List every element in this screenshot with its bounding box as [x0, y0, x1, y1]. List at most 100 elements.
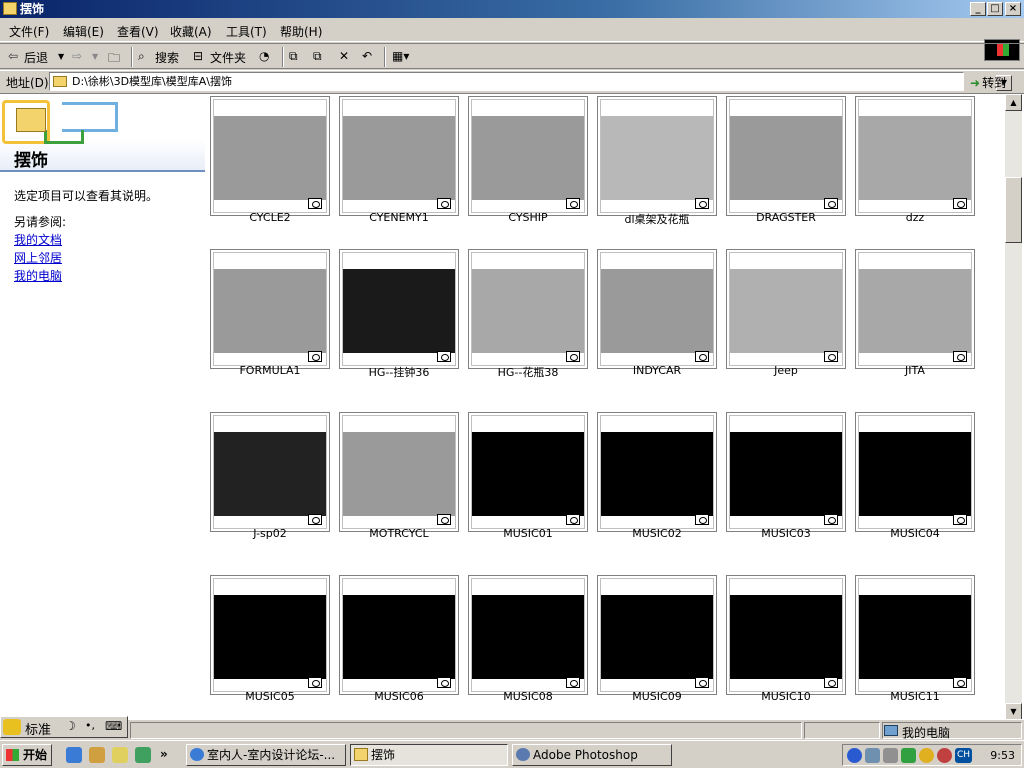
soft-keyboard-icon[interactable]: ⌨	[105, 719, 123, 735]
file-name[interactable]: MUSIC05	[206, 690, 334, 703]
network-icon[interactable]	[865, 748, 880, 763]
back-dropdown-icon[interactable]: ▼	[58, 52, 64, 61]
quicklaunch-more-icon[interactable]: »	[160, 747, 168, 761]
file-name[interactable]: dzz	[851, 211, 979, 224]
delete-icon[interactable]: ✕	[339, 49, 349, 63]
clock[interactable]: 9:53	[990, 749, 1015, 762]
file-thumbnail[interactable]	[597, 412, 717, 532]
file-thumbnail[interactable]	[726, 412, 846, 532]
file-name[interactable]: FORMULA1	[206, 364, 334, 377]
scroll-thumb[interactable]	[1005, 177, 1022, 243]
scroll-up-icon[interactable]: ▲	[1005, 94, 1022, 111]
file-thumbnail[interactable]	[726, 575, 846, 695]
volume-icon[interactable]	[883, 748, 898, 763]
file-thumbnail[interactable]	[468, 249, 588, 369]
file-thumbnail[interactable]	[468, 96, 588, 216]
task-explorer[interactable]: 摆饰	[350, 744, 508, 766]
back-button[interactable]: 后退	[24, 49, 48, 66]
punctuation-icon[interactable]: •,	[85, 719, 103, 735]
link-my-documents[interactable]: 我的文档	[14, 231, 62, 248]
file-name[interactable]: MUSIC10	[722, 690, 850, 703]
file-name[interactable]: INDYCAR	[593, 364, 721, 377]
file-name[interactable]: MUSIC09	[593, 690, 721, 703]
file-name[interactable]: HG--花瓶38	[464, 364, 592, 380]
link-network-places[interactable]: 网上邻居	[14, 249, 62, 266]
file-thumbnail[interactable]	[339, 249, 459, 369]
file-name[interactable]: MUSIC11	[851, 690, 979, 703]
scroll-down-icon[interactable]: ▼	[1005, 703, 1022, 719]
menu-file[interactable]: 文件(F)	[9, 23, 49, 40]
file-thumbnail[interactable]	[468, 412, 588, 532]
views-icon[interactable]: ▦▾	[392, 49, 409, 63]
copy-to-icon[interactable]: ⧉	[313, 49, 322, 64]
file-thumbnail[interactable]	[339, 96, 459, 216]
history-icon[interactable]: ◔	[259, 49, 269, 63]
menu-edit[interactable]: 编辑(E)	[63, 23, 104, 40]
language-indicator[interactable]: CH	[955, 748, 972, 763]
vertical-scrollbar[interactable]: ▲ ▼	[1005, 94, 1022, 719]
folders-button[interactable]: 文件夹	[210, 49, 246, 66]
address-input[interactable]: D:\徐彬\3D模型库\模型库A\摆饰 ▼	[49, 72, 1012, 91]
link-my-computer[interactable]: 我的电脑	[14, 267, 62, 284]
menu-favorites[interactable]: 收藏(A)	[170, 23, 212, 40]
file-thumbnail[interactable]	[855, 249, 975, 369]
up-folder-icon[interactable]: 🗀	[108, 49, 120, 70]
file-name[interactable]: JITA	[851, 364, 979, 377]
file-name[interactable]: MUSIC08	[464, 690, 592, 703]
file-name[interactable]: J-sp02	[206, 527, 334, 540]
title-bar[interactable]: 摆饰 _ □ ×	[0, 0, 1024, 18]
minimize-button[interactable]: _	[970, 2, 986, 16]
task-ie-forum[interactable]: 室内人-室内设计论坛-...	[186, 744, 346, 766]
file-thumbnail[interactable]	[210, 96, 330, 216]
media-icon[interactable]	[135, 747, 151, 763]
ie-icon[interactable]	[66, 747, 82, 763]
half-width-icon[interactable]: ☽	[65, 719, 83, 735]
menu-view[interactable]: 查看(V)	[117, 23, 159, 40]
file-thumbnail[interactable]	[726, 96, 846, 216]
file-thumbnail[interactable]	[726, 249, 846, 369]
file-thumbnail[interactable]	[855, 96, 975, 216]
file-name[interactable]: HG--挂钟36	[335, 364, 463, 380]
outlook-icon[interactable]	[89, 747, 105, 763]
file-thumbnail[interactable]	[597, 575, 717, 695]
file-name[interactable]: MUSIC06	[335, 690, 463, 703]
file-name[interactable]: MUSIC04	[851, 527, 979, 540]
update-icon[interactable]	[901, 748, 916, 763]
file-name[interactable]: DRAGSTER	[722, 211, 850, 224]
file-name[interactable]: MUSIC02	[593, 527, 721, 540]
messenger-icon[interactable]	[937, 748, 952, 763]
maximize-button[interactable]: □	[987, 2, 1003, 16]
shield-icon[interactable]	[847, 748, 862, 763]
file-thumbnail[interactable]	[468, 575, 588, 695]
show-desktop-icon[interactable]	[112, 747, 128, 763]
undo-icon[interactable]: ↶	[362, 49, 372, 63]
qq-icon[interactable]	[919, 748, 934, 763]
file-thumbnail[interactable]	[210, 575, 330, 695]
file-thumbnail[interactable]	[855, 412, 975, 532]
forward-dropdown-icon[interactable]: ▼	[92, 52, 98, 61]
file-thumbnail[interactable]	[597, 96, 717, 216]
file-thumbnail[interactable]	[855, 575, 975, 695]
search-button[interactable]: 搜索	[155, 49, 179, 66]
file-name[interactable]: CYSHIP	[464, 211, 592, 224]
menu-help[interactable]: 帮助(H)	[280, 23, 322, 40]
close-button[interactable]: ×	[1005, 2, 1021, 16]
file-name[interactable]: MUSIC01	[464, 527, 592, 540]
go-button[interactable]: ➜ 转到	[970, 74, 1006, 91]
file-name[interactable]: dl桌架及花瓶	[593, 211, 721, 227]
file-name[interactable]: MUSIC03	[722, 527, 850, 540]
ime-mode[interactable]: 标准	[25, 719, 51, 738]
file-thumbnail[interactable]	[339, 412, 459, 532]
file-name[interactable]: MOTRCYCL	[335, 527, 463, 540]
ime-logo-icon[interactable]	[3, 719, 21, 735]
file-name[interactable]: Jeep	[722, 364, 850, 377]
file-name[interactable]: CYENEMY1	[335, 211, 463, 224]
move-to-icon[interactable]: ⧉	[289, 49, 298, 64]
task-photoshop[interactable]: Adobe Photoshop	[512, 744, 672, 766]
file-thumbnail[interactable]	[210, 249, 330, 369]
file-thumbnail[interactable]	[597, 249, 717, 369]
start-button[interactable]: 开始	[2, 744, 52, 766]
menu-tools[interactable]: 工具(T)	[226, 23, 267, 40]
forward-button[interactable]: ⇨	[72, 49, 82, 63]
file-name[interactable]: CYCLE2	[206, 211, 334, 224]
